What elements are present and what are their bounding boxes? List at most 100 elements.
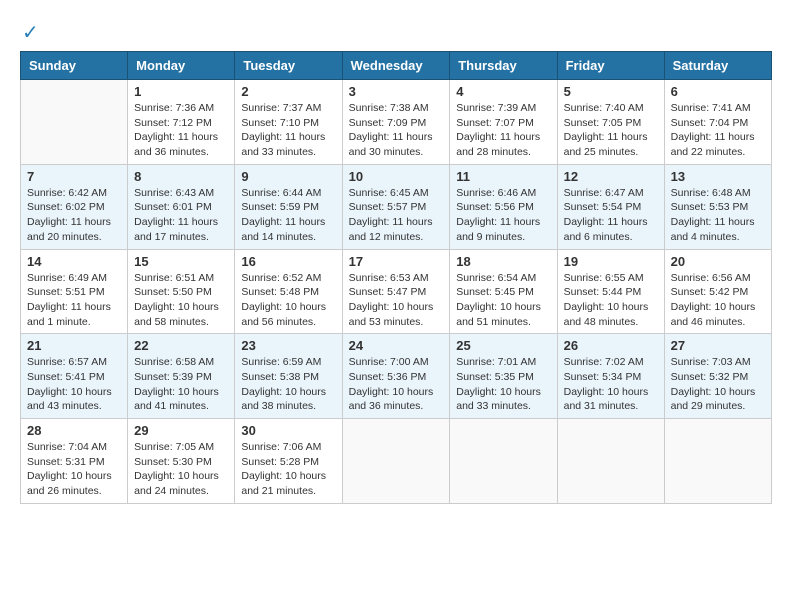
day-number: 2 xyxy=(241,84,335,99)
calendar-cell: 6 Sunrise: 7:41 AMSunset: 7:04 PMDayligh… xyxy=(664,80,771,165)
day-info: Sunrise: 7:39 AMSunset: 7:07 PMDaylight:… xyxy=(456,101,550,160)
day-number: 19 xyxy=(564,254,658,269)
day-number: 20 xyxy=(671,254,765,269)
day-info: Sunrise: 7:01 AMSunset: 5:35 PMDaylight:… xyxy=(456,355,550,414)
day-number: 25 xyxy=(456,338,550,353)
calendar-header-row: SundayMondayTuesdayWednesdayThursdayFrid… xyxy=(21,52,772,80)
header-thursday: Thursday xyxy=(450,52,557,80)
calendar-cell: 1 Sunrise: 7:36 AMSunset: 7:12 PMDayligh… xyxy=(128,80,235,165)
day-number: 8 xyxy=(134,169,228,184)
calendar-cell xyxy=(342,419,450,504)
calendar-cell xyxy=(557,419,664,504)
day-number: 7 xyxy=(27,169,121,184)
day-info: Sunrise: 6:54 AMSunset: 5:45 PMDaylight:… xyxy=(456,271,550,330)
day-info: Sunrise: 6:57 AMSunset: 5:41 PMDaylight:… xyxy=(27,355,121,414)
page-header: ✓ xyxy=(20,20,772,41)
day-info: Sunrise: 6:58 AMSunset: 5:39 PMDaylight:… xyxy=(134,355,228,414)
calendar-cell: 2 Sunrise: 7:37 AMSunset: 7:10 PMDayligh… xyxy=(235,80,342,165)
calendar-cell: 7 Sunrise: 6:42 AMSunset: 6:02 PMDayligh… xyxy=(21,164,128,249)
day-number: 6 xyxy=(671,84,765,99)
calendar-cell: 13 Sunrise: 6:48 AMSunset: 5:53 PMDaylig… xyxy=(664,164,771,249)
calendar-cell: 11 Sunrise: 6:46 AMSunset: 5:56 PMDaylig… xyxy=(450,164,557,249)
calendar-cell: 20 Sunrise: 6:56 AMSunset: 5:42 PMDaylig… xyxy=(664,249,771,334)
calendar-cell: 9 Sunrise: 6:44 AMSunset: 5:59 PMDayligh… xyxy=(235,164,342,249)
calendar-cell: 14 Sunrise: 6:49 AMSunset: 5:51 PMDaylig… xyxy=(21,249,128,334)
calendar-cell: 23 Sunrise: 6:59 AMSunset: 5:38 PMDaylig… xyxy=(235,334,342,419)
calendar-cell: 24 Sunrise: 7:00 AMSunset: 5:36 PMDaylig… xyxy=(342,334,450,419)
calendar-cell: 4 Sunrise: 7:39 AMSunset: 7:07 PMDayligh… xyxy=(450,80,557,165)
day-number: 26 xyxy=(564,338,658,353)
day-number: 9 xyxy=(241,169,335,184)
day-number: 4 xyxy=(456,84,550,99)
day-number: 15 xyxy=(134,254,228,269)
day-info: Sunrise: 6:46 AMSunset: 5:56 PMDaylight:… xyxy=(456,186,550,245)
day-number: 24 xyxy=(349,338,444,353)
day-info: Sunrise: 7:41 AMSunset: 7:04 PMDaylight:… xyxy=(671,101,765,160)
day-info: Sunrise: 6:44 AMSunset: 5:59 PMDaylight:… xyxy=(241,186,335,245)
day-info: Sunrise: 6:48 AMSunset: 5:53 PMDaylight:… xyxy=(671,186,765,245)
day-info: Sunrise: 6:59 AMSunset: 5:38 PMDaylight:… xyxy=(241,355,335,414)
logo-bird-icon: ✓ xyxy=(22,20,39,45)
calendar-cell xyxy=(664,419,771,504)
day-number: 17 xyxy=(349,254,444,269)
calendar-cell: 21 Sunrise: 6:57 AMSunset: 5:41 PMDaylig… xyxy=(21,334,128,419)
calendar-cell: 29 Sunrise: 7:05 AMSunset: 5:30 PMDaylig… xyxy=(128,419,235,504)
day-number: 21 xyxy=(27,338,121,353)
day-number: 29 xyxy=(134,423,228,438)
header-friday: Friday xyxy=(557,52,664,80)
day-number: 12 xyxy=(564,169,658,184)
day-info: Sunrise: 7:04 AMSunset: 5:31 PMDaylight:… xyxy=(27,440,121,499)
calendar-cell: 18 Sunrise: 6:54 AMSunset: 5:45 PMDaylig… xyxy=(450,249,557,334)
day-info: Sunrise: 6:43 AMSunset: 6:01 PMDaylight:… xyxy=(134,186,228,245)
day-number: 14 xyxy=(27,254,121,269)
calendar-cell xyxy=(450,419,557,504)
day-info: Sunrise: 7:02 AMSunset: 5:34 PMDaylight:… xyxy=(564,355,658,414)
day-number: 3 xyxy=(349,84,444,99)
calendar-week-row: 7 Sunrise: 6:42 AMSunset: 6:02 PMDayligh… xyxy=(21,164,772,249)
calendar-cell: 30 Sunrise: 7:06 AMSunset: 5:28 PMDaylig… xyxy=(235,419,342,504)
day-info: Sunrise: 7:40 AMSunset: 7:05 PMDaylight:… xyxy=(564,101,658,160)
day-info: Sunrise: 7:06 AMSunset: 5:28 PMDaylight:… xyxy=(241,440,335,499)
day-number: 11 xyxy=(456,169,550,184)
calendar-week-row: 28 Sunrise: 7:04 AMSunset: 5:31 PMDaylig… xyxy=(21,419,772,504)
day-info: Sunrise: 7:00 AMSunset: 5:36 PMDaylight:… xyxy=(349,355,444,414)
calendar-cell: 3 Sunrise: 7:38 AMSunset: 7:09 PMDayligh… xyxy=(342,80,450,165)
day-info: Sunrise: 6:42 AMSunset: 6:02 PMDaylight:… xyxy=(27,186,121,245)
day-info: Sunrise: 7:38 AMSunset: 7:09 PMDaylight:… xyxy=(349,101,444,160)
header-sunday: Sunday xyxy=(21,52,128,80)
day-info: Sunrise: 7:03 AMSunset: 5:32 PMDaylight:… xyxy=(671,355,765,414)
day-number: 28 xyxy=(27,423,121,438)
day-number: 23 xyxy=(241,338,335,353)
day-info: Sunrise: 6:52 AMSunset: 5:48 PMDaylight:… xyxy=(241,271,335,330)
header-tuesday: Tuesday xyxy=(235,52,342,80)
header-saturday: Saturday xyxy=(664,52,771,80)
day-info: Sunrise: 7:37 AMSunset: 7:10 PMDaylight:… xyxy=(241,101,335,160)
day-info: Sunrise: 7:36 AMSunset: 7:12 PMDaylight:… xyxy=(134,101,228,160)
day-info: Sunrise: 6:45 AMSunset: 5:57 PMDaylight:… xyxy=(349,186,444,245)
calendar-cell xyxy=(21,80,128,165)
day-number: 27 xyxy=(671,338,765,353)
day-number: 5 xyxy=(564,84,658,99)
calendar-cell: 25 Sunrise: 7:01 AMSunset: 5:35 PMDaylig… xyxy=(450,334,557,419)
calendar-cell: 15 Sunrise: 6:51 AMSunset: 5:50 PMDaylig… xyxy=(128,249,235,334)
day-number: 13 xyxy=(671,169,765,184)
day-number: 30 xyxy=(241,423,335,438)
day-number: 10 xyxy=(349,169,444,184)
calendar-cell: 8 Sunrise: 6:43 AMSunset: 6:01 PMDayligh… xyxy=(128,164,235,249)
calendar-cell: 17 Sunrise: 6:53 AMSunset: 5:47 PMDaylig… xyxy=(342,249,450,334)
day-number: 18 xyxy=(456,254,550,269)
calendar-cell: 22 Sunrise: 6:58 AMSunset: 5:39 PMDaylig… xyxy=(128,334,235,419)
calendar-cell: 26 Sunrise: 7:02 AMSunset: 5:34 PMDaylig… xyxy=(557,334,664,419)
day-number: 1 xyxy=(134,84,228,99)
calendar-week-row: 14 Sunrise: 6:49 AMSunset: 5:51 PMDaylig… xyxy=(21,249,772,334)
day-info: Sunrise: 6:56 AMSunset: 5:42 PMDaylight:… xyxy=(671,271,765,330)
calendar-cell: 16 Sunrise: 6:52 AMSunset: 5:48 PMDaylig… xyxy=(235,249,342,334)
header-wednesday: Wednesday xyxy=(342,52,450,80)
calendar-cell: 28 Sunrise: 7:04 AMSunset: 5:31 PMDaylig… xyxy=(21,419,128,504)
day-info: Sunrise: 6:53 AMSunset: 5:47 PMDaylight:… xyxy=(349,271,444,330)
calendar-cell: 19 Sunrise: 6:55 AMSunset: 5:44 PMDaylig… xyxy=(557,249,664,334)
calendar-cell: 27 Sunrise: 7:03 AMSunset: 5:32 PMDaylig… xyxy=(664,334,771,419)
calendar-table: SundayMondayTuesdayWednesdayThursdayFrid… xyxy=(20,51,772,504)
calendar-cell: 10 Sunrise: 6:45 AMSunset: 5:57 PMDaylig… xyxy=(342,164,450,249)
day-info: Sunrise: 6:47 AMSunset: 5:54 PMDaylight:… xyxy=(564,186,658,245)
